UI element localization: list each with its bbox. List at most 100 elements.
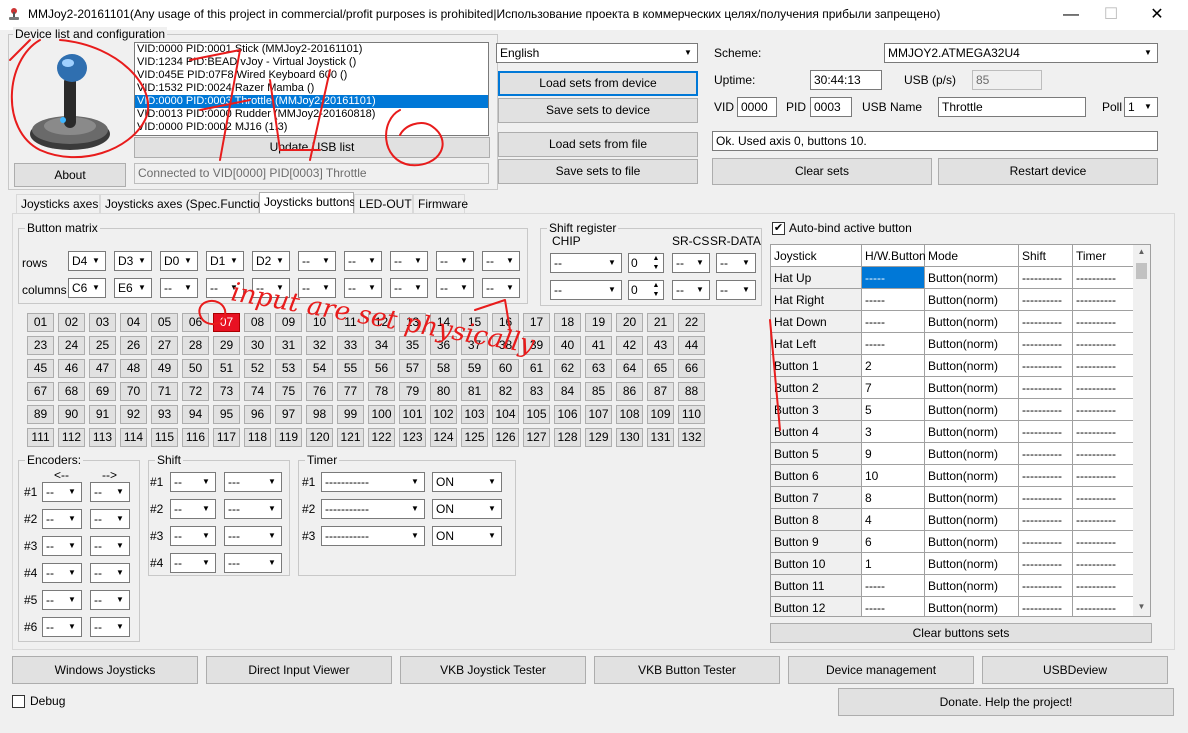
bottom-tool-button-4[interactable]: Device management <box>788 656 974 684</box>
grid-cell-name[interactable]: Button 9 <box>771 531 862 553</box>
button-number-83[interactable]: 83 <box>523 382 550 401</box>
button-number-56[interactable]: 56 <box>368 359 395 378</box>
button-number-43[interactable]: 43 <box>647 336 674 355</box>
button-number-64[interactable]: 64 <box>616 359 643 378</box>
button-number-89[interactable]: 89 <box>27 405 54 424</box>
grid-row[interactable]: Button 6 10 Button(norm) ---------- --------… <box>771 465 1134 487</box>
grid-cell-shift[interactable]: ---------- <box>1019 509 1073 531</box>
grid-cell-mode[interactable]: Button(norm) <box>925 333 1019 355</box>
button-number-12[interactable]: 12 <box>368 313 395 332</box>
language-select[interactable]: English ▼ <box>496 43 698 63</box>
button-number-30[interactable]: 30 <box>244 336 271 355</box>
encoder-right-select[interactable]: -- ▼ <box>90 590 130 610</box>
button-number-126[interactable]: 126 <box>492 428 519 447</box>
matrix-column-select[interactable]: -- ▼ <box>298 278 336 298</box>
grid-cell-mode[interactable]: Button(norm) <box>925 597 1019 616</box>
matrix-row-select[interactable]: -- ▼ <box>344 251 382 271</box>
button-number-60[interactable]: 60 <box>492 359 519 378</box>
grid-row[interactable]: Hat Up ----- Button(norm) ---------- -------… <box>771 267 1134 289</box>
grid-cell-name[interactable]: Button 4 <box>771 421 862 443</box>
button-number-47[interactable]: 47 <box>89 359 116 378</box>
matrix-row-select[interactable]: -- ▼ <box>390 251 428 271</box>
button-number-16[interactable]: 16 <box>492 313 519 332</box>
button-number-101[interactable]: 101 <box>399 405 426 424</box>
matrix-row-select[interactable]: D3 ▼ <box>114 251 152 271</box>
button-number-122[interactable]: 122 <box>368 428 395 447</box>
button-number-84[interactable]: 84 <box>554 382 581 401</box>
device-list-item[interactable]: VID:0000 PID:0003 Throttle (MMJoy2-20161… <box>135 95 488 108</box>
grid-cell-hw[interactable]: 7 <box>862 377 925 399</box>
bottom-tool-button-2[interactable]: VKB Joystick Tester <box>400 656 586 684</box>
button-number-54[interactable]: 54 <box>306 359 333 378</box>
grid-cell-shift[interactable]: ---------- <box>1019 443 1073 465</box>
grid-cell-mode[interactable]: Button(norm) <box>925 553 1019 575</box>
grid-cell-shift[interactable]: ---------- <box>1019 355 1073 377</box>
grid-row[interactable]: Button 12 ----- Button(norm) ---------- ----… <box>771 597 1134 616</box>
matrix-row-select[interactable]: -- ▼ <box>482 251 520 271</box>
grid-header-0[interactable]: Joystick <box>771 245 862 267</box>
pid-input[interactable]: 0003 <box>810 97 852 117</box>
button-number-14[interactable]: 14 <box>430 313 457 332</box>
update-usb-list-button[interactable]: Update USB list <box>134 137 490 158</box>
save-sets-to-file-button[interactable]: Save sets to file <box>498 159 698 184</box>
about-button[interactable]: About <box>14 163 126 187</box>
button-number-62[interactable]: 62 <box>554 359 581 378</box>
button-number-13[interactable]: 13 <box>399 313 426 332</box>
grid-cell-mode[interactable]: Button(norm) <box>925 421 1019 443</box>
button-number-130[interactable]: 130 <box>616 428 643 447</box>
button-number-20[interactable]: 20 <box>616 313 643 332</box>
matrix-column-select[interactable]: C6 ▼ <box>68 278 106 298</box>
grid-cell-name[interactable]: Button 7 <box>771 487 862 509</box>
button-number-18[interactable]: 18 <box>554 313 581 332</box>
encoder-right-select[interactable]: -- ▼ <box>90 536 130 556</box>
grid-cell-name[interactable]: Button 1 <box>771 355 862 377</box>
timer-mode-select[interactable]: ----------- ▼ <box>321 499 425 519</box>
grid-cell-name[interactable]: Hat Right <box>771 289 862 311</box>
button-number-65[interactable]: 65 <box>647 359 674 378</box>
button-number-123[interactable]: 123 <box>399 428 426 447</box>
grid-row[interactable]: Button 3 5 Button(norm) ---------- ---------… <box>771 399 1134 421</box>
grid-cell-hw[interactable]: 2 <box>862 355 925 377</box>
grid-cell-name[interactable]: Button 2 <box>771 377 862 399</box>
button-number-98[interactable]: 98 <box>306 405 333 424</box>
button-number-112[interactable]: 112 <box>58 428 85 447</box>
button-number-87[interactable]: 87 <box>647 382 674 401</box>
button-number-51[interactable]: 51 <box>213 359 240 378</box>
button-number-42[interactable]: 42 <box>616 336 643 355</box>
button-number-15[interactable]: 15 <box>461 313 488 332</box>
grid-cell-hw[interactable]: ----- <box>862 597 925 616</box>
usb-name-input[interactable]: Throttle <box>938 97 1086 117</box>
button-number-69[interactable]: 69 <box>89 382 116 401</box>
grid-cell-shift[interactable]: ---------- <box>1019 289 1073 311</box>
grid-cell-shift[interactable]: ---------- <box>1019 421 1073 443</box>
tab-0[interactable]: Joysticks axes <box>16 194 100 214</box>
button-number-74[interactable]: 74 <box>244 382 271 401</box>
grid-cell-timer[interactable]: ---------- <box>1073 531 1134 553</box>
grid-row[interactable]: Hat Down ----- Button(norm) ---------- -----… <box>771 311 1134 333</box>
grid-cell-timer[interactable]: ---------- <box>1073 377 1134 399</box>
button-number-25[interactable]: 25 <box>89 336 116 355</box>
button-number-08[interactable]: 08 <box>244 313 271 332</box>
encoder-left-select[interactable]: -- ▼ <box>42 536 82 556</box>
poll-select[interactable]: 1 ▼ <box>1124 97 1158 117</box>
button-number-132[interactable]: 132 <box>678 428 705 447</box>
button-number-91[interactable]: 91 <box>89 405 116 424</box>
timer-state-select[interactable]: ON ▼ <box>432 499 502 519</box>
grid-cell-shift[interactable]: ---------- <box>1019 377 1073 399</box>
button-number-72[interactable]: 72 <box>182 382 209 401</box>
sr-chip-select[interactable]: -- ▼ <box>550 253 622 273</box>
matrix-column-select[interactable]: -- ▼ <box>390 278 428 298</box>
button-number-01[interactable]: 01 <box>27 313 54 332</box>
grid-cell-mode[interactable]: Button(norm) <box>925 487 1019 509</box>
encoder-left-select[interactable]: -- ▼ <box>42 482 82 502</box>
button-number-10[interactable]: 10 <box>306 313 333 332</box>
button-number-40[interactable]: 40 <box>554 336 581 355</box>
scheme-select[interactable]: MMJOY2.ATMEGA32U4 ▼ <box>884 43 1158 63</box>
grid-cell-timer[interactable]: ---------- <box>1073 553 1134 575</box>
timer-mode-select[interactable]: ----------- ▼ <box>321 472 425 492</box>
button-number-115[interactable]: 115 <box>151 428 178 447</box>
button-number-63[interactable]: 63 <box>585 359 612 378</box>
grid-row[interactable]: Button 8 4 Button(norm) ---------- ---------… <box>771 509 1134 531</box>
encoder-right-select[interactable]: -- ▼ <box>90 563 130 583</box>
grid-cell-timer[interactable]: ---------- <box>1073 355 1134 377</box>
